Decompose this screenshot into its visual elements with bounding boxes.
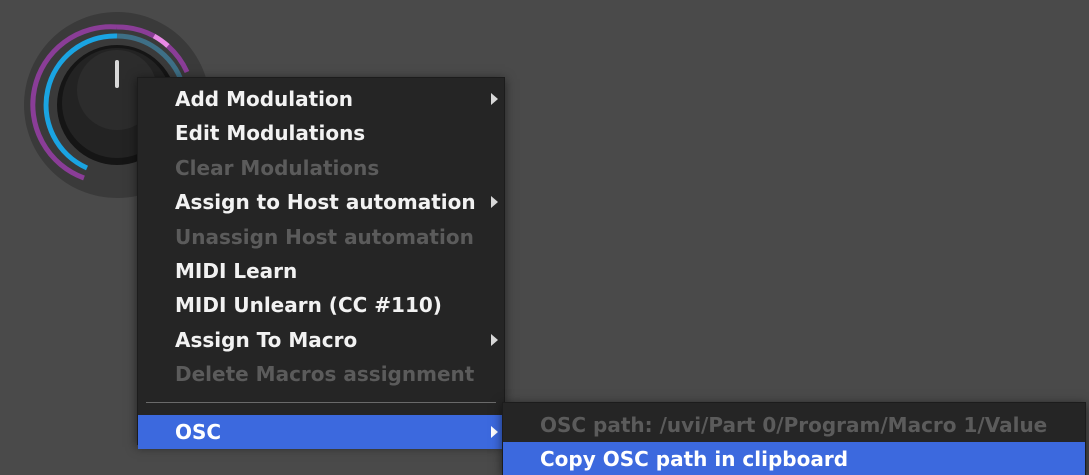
submenu-arrow-icon — [491, 333, 498, 346]
menu-item-midi-learn[interactable]: MIDI Learn — [138, 254, 504, 288]
menu-item-edit-modulations[interactable]: Edit Modulations — [138, 116, 504, 150]
menu-item-midi-unlearn[interactable]: MIDI Unlearn (CC #110) — [138, 288, 504, 322]
menu-item-label: Clear Modulations — [175, 155, 380, 180]
menu-item-label: OSC — [175, 419, 222, 444]
submenu-item-copy-osc-path[interactable]: Copy OSC path in clipboard — [503, 442, 1085, 475]
menu-item-label: Assign to Host automation — [175, 190, 476, 215]
submenu-item-label: OSC path: /uvi/Part 0/Program/Macro 1/Va… — [540, 413, 1048, 437]
menu-item-label: Add Modulation — [175, 87, 354, 111]
menu-item-label: MIDI Learn — [175, 258, 298, 283]
menu-item-label: Delete Macros assignment — [175, 362, 475, 387]
submenu-arrow-icon — [491, 196, 498, 209]
menu-item-clear-modulations: Clear Modulations — [138, 151, 504, 185]
plugin-canvas: Add Modulation Edit Modulations Clear Mo… — [0, 0, 1089, 475]
menu-item-assign-to-macro[interactable]: Assign To Macro — [138, 323, 504, 357]
submenu-item-label: Copy OSC path in clipboard — [540, 447, 849, 471]
menu-item-label: Unassign Host automation — [175, 224, 474, 249]
submenu-item-osc-path: OSC path: /uvi/Part 0/Program/Macro 1/Va… — [503, 408, 1085, 442]
menu-item-osc[interactable]: OSC — [138, 414, 504, 449]
menu-item-unassign-host-automation: Unassign Host automation — [138, 220, 504, 254]
menu-item-add-modulation[interactable]: Add Modulation — [138, 82, 504, 116]
osc-submenu: OSC path: /uvi/Part 0/Program/Macro 1/Va… — [502, 402, 1086, 475]
context-menu: Add Modulation Edit Modulations Clear Mo… — [137, 77, 505, 449]
submenu-arrow-icon — [491, 93, 498, 106]
menu-item-assign-host-automation[interactable]: Assign to Host automation — [138, 185, 504, 219]
menu-item-label: Edit Modulations — [175, 121, 366, 146]
menu-item-label: MIDI Unlearn (CC #110) — [175, 293, 442, 318]
menu-separator — [146, 401, 496, 403]
menu-item-delete-macros-assignment: Delete Macros assignment — [138, 357, 504, 391]
submenu-arrow-icon — [491, 425, 498, 438]
menu-item-label: Assign To Macro — [175, 327, 358, 352]
